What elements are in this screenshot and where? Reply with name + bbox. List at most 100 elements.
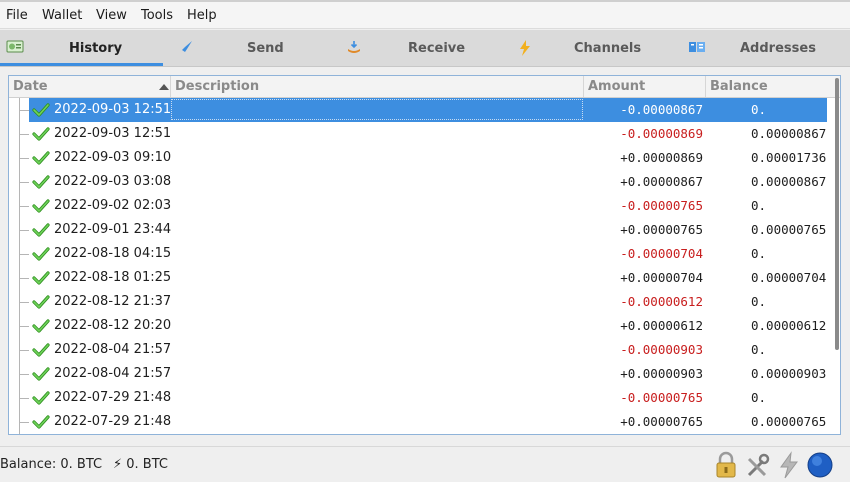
sort-ascending-icon <box>159 84 169 90</box>
cell-amount: -0.00000765 <box>620 390 703 405</box>
confirmed-check-icon <box>32 247 50 261</box>
tree-branch <box>19 350 29 351</box>
tab-bar: History Send Receive Channels Addresses <box>0 30 850 67</box>
cell-balance: 0. <box>751 246 767 261</box>
cell-balance: 0.00000612 <box>751 318 827 333</box>
tree-branch <box>19 230 29 231</box>
table-row[interactable]: 2022-08-18 04:15 -0.00000704 0. <box>9 242 829 266</box>
table-row[interactable]: 2022-09-03 03:08 +0.00000867 0.00000867 <box>9 170 829 194</box>
tree-branch <box>19 206 29 207</box>
cell-balance: 0.00000867 <box>751 174 827 189</box>
tab-history[interactable]: History <box>0 30 163 66</box>
table-row[interactable]: 2022-09-01 23:44 +0.00000765 0.00000765 <box>9 218 829 242</box>
tree-branch <box>19 134 29 135</box>
menu-bar: File Wallet View Tools Help <box>0 0 850 29</box>
table-row[interactable]: 2022-08-18 01:25 +0.00000704 0.00000704 <box>9 266 829 290</box>
cell-date: 2022-08-18 04:15 <box>54 246 172 261</box>
cell-balance: 0.00000903 <box>751 366 827 381</box>
tab-receive-label: Receive <box>408 41 466 56</box>
table-row[interactable]: 2022-08-12 20:20 +0.00000612 0.00000612 <box>9 314 829 338</box>
table-row[interactable]: 2022-09-03 12:51 -0.00000869 0.00000867 <box>9 122 829 146</box>
vertical-scrollbar[interactable] <box>835 78 839 350</box>
cell-date: 2022-09-02 02:03 <box>54 198 172 213</box>
lock-icon[interactable] <box>713 451 739 479</box>
cell-balance: 0.00000765 <box>751 222 827 237</box>
cell-amount: +0.00000869 <box>620 150 703 165</box>
cell-amount: -0.00000903 <box>620 342 703 357</box>
cell-date: 2022-07-29 21:48 <box>54 414 172 429</box>
network-status-icon[interactable] <box>806 451 834 479</box>
column-header-date[interactable]: Date <box>9 76 171 97</box>
confirmed-check-icon <box>32 295 50 309</box>
cell-amount: -0.00000867 <box>620 102 703 117</box>
menu-file[interactable]: File <box>6 8 28 23</box>
menu-help[interactable]: Help <box>187 8 217 23</box>
cell-amount: -0.00000869 <box>620 126 703 141</box>
description-cell-focus[interactable] <box>171 99 583 120</box>
cell-balance: 0.00000704 <box>751 270 827 285</box>
table-row[interactable]: 2022-09-02 02:03 -0.00000765 0. <box>9 194 829 218</box>
tree-branch <box>19 110 29 111</box>
confirmed-check-icon <box>32 151 50 165</box>
cell-balance: 0. <box>751 102 767 117</box>
tab-channels[interactable]: Channels <box>510 30 670 66</box>
history-icon <box>6 40 24 53</box>
cell-balance: 0.00000867 <box>751 126 827 141</box>
table-row[interactable]: 2022-09-03 09:10 +0.00000869 0.00001736 <box>9 146 829 170</box>
confirmed-check-icon <box>32 223 50 237</box>
send-icon <box>182 41 192 52</box>
column-header-amount-label: Amount <box>588 79 646 94</box>
table-row[interactable]: 2022-08-04 21:57 -0.00000903 0. <box>9 338 829 362</box>
confirmed-check-icon <box>32 367 50 381</box>
tree-branch <box>19 398 29 399</box>
tab-channels-label: Channels <box>574 41 642 56</box>
window-top-border <box>0 0 850 2</box>
tree-branch <box>19 302 29 303</box>
cell-date: 2022-09-03 09:10 <box>54 150 172 165</box>
cell-date: 2022-08-12 21:37 <box>54 294 172 309</box>
table-row[interactable]: 2022-07-29 21:48 +0.00000765 0.00000765 <box>9 410 829 434</box>
cell-balance: 0. <box>751 198 767 213</box>
lightning-balance-label: ⚡ 0. BTC <box>113 457 168 472</box>
cell-date: 2022-09-01 23:44 <box>54 222 172 237</box>
cell-date: 2022-07-29 21:48 <box>54 390 172 405</box>
lightning-icon <box>520 40 530 56</box>
column-header-balance-label: Balance <box>710 79 768 94</box>
cell-amount: -0.00000704 <box>620 246 703 261</box>
cell-date: 2022-08-12 20:20 <box>54 318 172 333</box>
column-header-amount[interactable]: Amount <box>584 76 706 97</box>
menu-tools[interactable]: Tools <box>141 8 173 23</box>
lightning-network-icon[interactable] <box>776 451 802 479</box>
confirmed-check-icon <box>32 271 50 285</box>
preferences-icon[interactable] <box>745 451 771 479</box>
tab-receive[interactable]: Receive <box>340 30 500 66</box>
tab-history-label: History <box>69 41 123 56</box>
tree-branch <box>19 422 29 423</box>
tab-send[interactable]: Send <box>170 30 330 66</box>
cell-amount: +0.00000867 <box>620 174 703 189</box>
confirmed-check-icon <box>32 127 50 141</box>
tab-addresses[interactable]: Addresses <box>680 30 850 66</box>
receive-icon <box>348 41 360 53</box>
cell-amount: +0.00000903 <box>620 366 703 381</box>
tab-send-label: Send <box>247 41 284 56</box>
cell-amount: -0.00000612 <box>620 294 703 309</box>
cell-date: 2022-09-03 12:51 <box>54 102 172 117</box>
table-row[interactable]: 2022-08-04 21:57 +0.00000903 0.00000903 <box>9 362 829 386</box>
confirmed-check-icon <box>32 343 50 357</box>
menu-view[interactable]: View <box>96 8 127 23</box>
cell-date: 2022-08-04 21:57 <box>54 342 172 357</box>
confirmed-check-icon <box>32 103 50 117</box>
menu-wallet[interactable]: Wallet <box>42 8 82 23</box>
history-table: Date Description Amount Balance 2022-09-… <box>8 75 841 435</box>
table-row[interactable]: 2022-08-12 21:37 -0.00000612 0. <box>9 290 829 314</box>
confirmed-check-icon <box>32 391 50 405</box>
column-header-description[interactable]: Description <box>171 76 584 97</box>
tree-branch <box>19 326 29 327</box>
confirmed-check-icon <box>32 415 50 429</box>
column-header-balance[interactable]: Balance <box>706 76 840 97</box>
cell-amount: -0.00000765 <box>620 198 703 213</box>
cell-amount: +0.00000765 <box>620 414 703 429</box>
table-row[interactable]: 2022-09-03 12:51 -0.00000867 0. <box>9 98 829 122</box>
table-row[interactable]: 2022-07-29 21:48 -0.00000765 0. <box>9 386 829 410</box>
